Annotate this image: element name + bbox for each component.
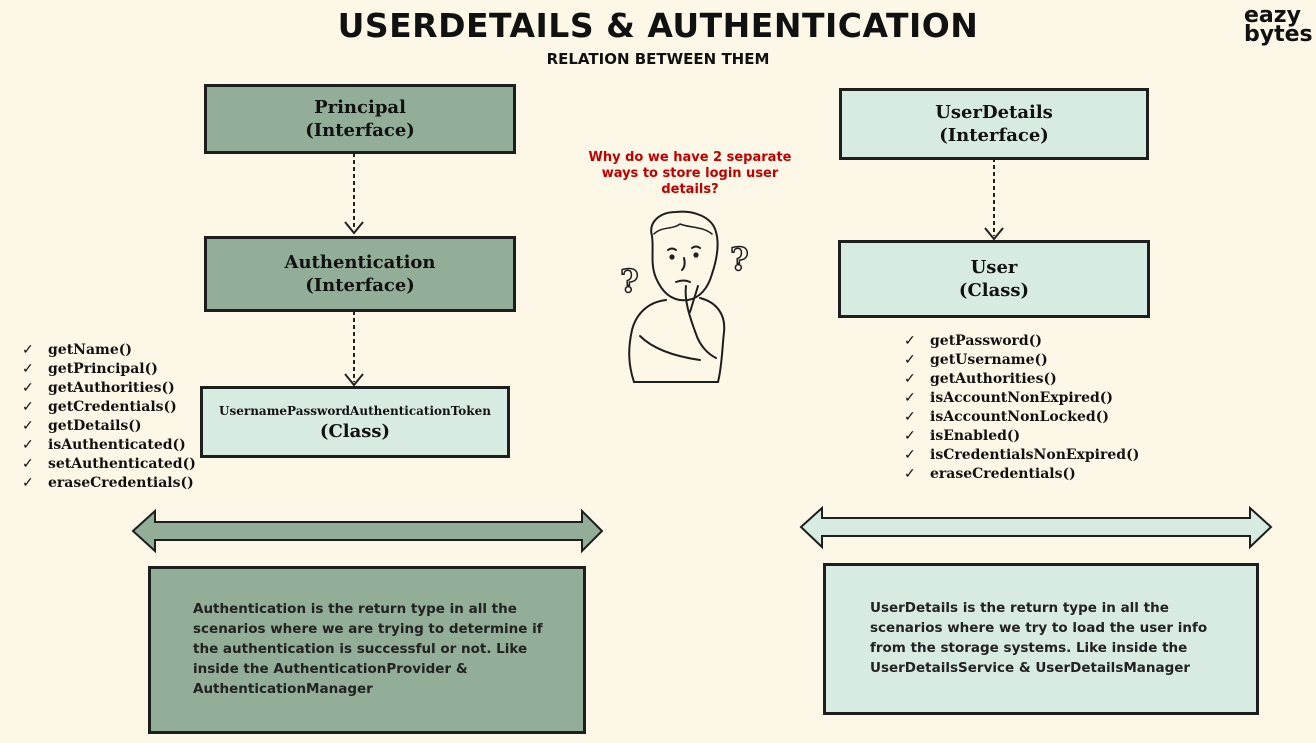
- principal-name: Principal: [314, 97, 406, 118]
- authentication-description-text: Authentication is the return type in all…: [193, 601, 543, 697]
- left-double-arrow: [131, 508, 604, 554]
- authentication-interface-box: Authentication (Interface): [204, 236, 516, 312]
- check-icon: ✓: [22, 380, 34, 396]
- userdetails-kind: (Interface): [939, 125, 1049, 146]
- check-icon: ✓: [22, 342, 34, 358]
- list-item: ✓ setAuthenticated(): [22, 456, 196, 472]
- token-class-box: UsernamePasswordAuthenticationToken (Cla…: [200, 386, 510, 458]
- authentication-description-box: Authentication is the return type in all…: [148, 566, 586, 734]
- check-icon: ✓: [904, 333, 916, 349]
- userdetails-description-box: UserDetails is the return type in all th…: [823, 563, 1259, 715]
- check-icon: ✓: [904, 409, 916, 425]
- thinking-person-illustration: [628, 210, 726, 383]
- user-name: User: [970, 257, 1018, 278]
- user-class-box: User (Class): [838, 240, 1150, 318]
- list-item: ✓ isAccountNonExpired(): [904, 390, 1114, 406]
- authentication-methods-list: ✓ getName() ✓ getPrincipal() ✓ getAuthoriti…: [22, 341, 196, 493]
- list-item: ✓ getAuthorities(): [904, 371, 1057, 387]
- list-item: ✓ getCredentials(): [22, 399, 177, 415]
- userdetails-description-text: UserDetails is the return type in all th…: [870, 600, 1208, 676]
- authentication-kind: (Interface): [305, 275, 415, 296]
- check-icon: ✓: [22, 475, 34, 491]
- list-item: ✓ getPassword(): [904, 333, 1042, 349]
- question-mark-left: ?: [619, 261, 639, 301]
- right-double-arrow: [799, 505, 1273, 550]
- principal-kind: (Interface): [305, 120, 415, 141]
- list-item: ✓ getAuthorities(): [22, 380, 175, 396]
- question-text: Why do we have 2 separate ways to store …: [588, 150, 792, 197]
- principal-interface-box: Principal (Interface): [204, 84, 516, 154]
- userdetails-methods-list: ✓ getPassword() ✓ getUsername() ✓ getAuthor…: [904, 332, 1139, 484]
- list-item: ✓ isEnabled(): [904, 428, 1021, 444]
- question-mark-right: ?: [729, 239, 749, 279]
- check-icon: ✓: [904, 447, 916, 463]
- check-icon: ✓: [22, 418, 34, 434]
- list-item: ✓ getDetails(): [22, 418, 142, 434]
- check-icon: ✓: [904, 371, 916, 387]
- list-item: ✓ eraseCredentials(): [904, 466, 1076, 482]
- list-item: ✓ isAccountNonLocked(): [904, 409, 1109, 425]
- list-item: ✓ getName(): [22, 342, 132, 358]
- check-icon: ✓: [22, 456, 34, 472]
- check-icon: ✓: [904, 390, 916, 406]
- list-item: ✓ getPrincipal(): [22, 361, 158, 377]
- check-icon: ✓: [904, 352, 916, 368]
- check-icon: ✓: [904, 428, 916, 444]
- list-item: ✓ eraseCredentials(): [22, 475, 194, 491]
- user-kind: (Class): [958, 280, 1030, 301]
- userdetails-name: UserDetails: [935, 102, 1053, 123]
- list-item: ✓ isAuthenticated(): [22, 437, 186, 453]
- check-icon: ✓: [22, 437, 34, 453]
- check-icon: ✓: [22, 399, 34, 415]
- userdetails-interface-box: UserDetails (Interface): [839, 88, 1149, 160]
- check-icon: ✓: [22, 361, 34, 377]
- token-kind: (Class): [319, 420, 391, 442]
- list-item: ✓ isCredentialsNonExpired(): [904, 447, 1140, 463]
- check-icon: ✓: [904, 466, 916, 482]
- list-item: ✓ getUsername(): [904, 352, 1048, 368]
- token-name: UsernamePasswordAuthenticationToken: [219, 403, 491, 418]
- authentication-name: Authentication: [284, 252, 436, 273]
